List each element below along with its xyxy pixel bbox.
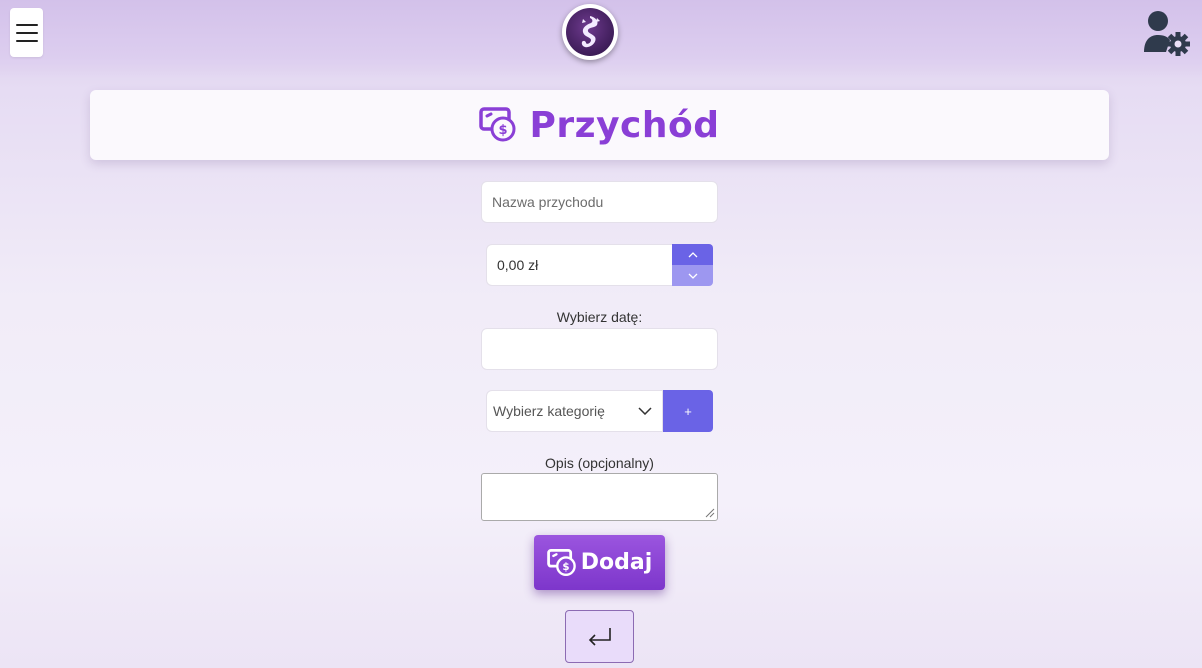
category-select[interactable]: Wybierz kategorię xyxy=(486,390,663,432)
resize-handle-icon[interactable] xyxy=(705,508,715,518)
decrement-button[interactable] xyxy=(672,265,713,286)
money-income-icon: $ xyxy=(546,548,576,576)
chevron-down-icon xyxy=(688,273,697,279)
hamburger-menu-icon[interactable] xyxy=(10,8,43,57)
svg-text:$: $ xyxy=(562,561,569,573)
user-settings-icon[interactable] xyxy=(1142,10,1190,56)
add-income-label: Dodaj xyxy=(580,550,653,575)
chevron-up-icon xyxy=(688,251,697,257)
page-title: Przychód xyxy=(529,104,720,146)
dragon-logo-icon[interactable] xyxy=(562,4,618,60)
dragon-icon xyxy=(581,16,600,48)
svg-text:$: $ xyxy=(499,123,508,138)
date-input[interactable] xyxy=(482,329,717,369)
page-title-card: $ Przychód xyxy=(90,90,1109,160)
increment-button[interactable] xyxy=(672,244,713,265)
chevron-down-icon xyxy=(638,407,652,415)
return-arrow-icon xyxy=(588,627,611,646)
menu-line xyxy=(15,23,38,26)
add-category-button[interactable]: + xyxy=(663,390,713,432)
amount-input[interactable] xyxy=(487,245,673,285)
back-button[interactable] xyxy=(565,610,634,663)
income-name-input[interactable] xyxy=(482,182,717,222)
amount-stepper[interactable] xyxy=(672,244,713,286)
logo-emblem xyxy=(566,8,614,56)
description-textarea[interactable] xyxy=(482,474,717,520)
description-label: Opis (opcjonalny) xyxy=(545,455,654,471)
category-select-value: Wybierz kategorię xyxy=(493,403,605,419)
income-name-field[interactable] xyxy=(481,181,718,223)
add-income-button[interactable]: $ Dodaj xyxy=(534,535,665,590)
menu-line xyxy=(15,39,38,42)
amount-field[interactable] xyxy=(486,244,673,286)
description-field[interactable] xyxy=(481,473,718,521)
menu-line xyxy=(15,31,38,34)
date-label: Wybierz datę: xyxy=(556,309,643,325)
money-income-icon: $ xyxy=(479,107,516,142)
date-field[interactable] xyxy=(481,328,718,370)
